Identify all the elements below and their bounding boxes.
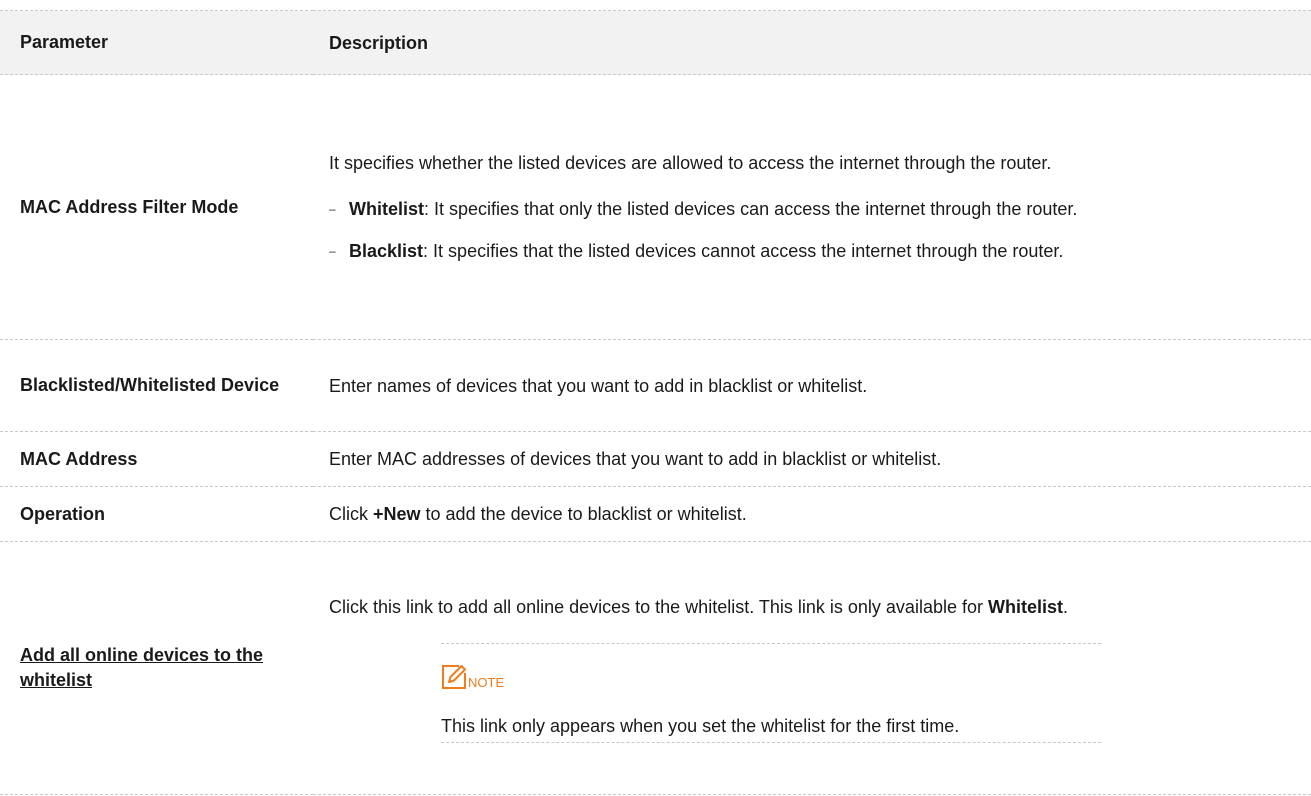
parameter-table: Parameter Description MAC Address Filter… [0, 10, 1311, 795]
operation-prefix: Click [329, 504, 373, 524]
table-header-row: Parameter Description [0, 10, 1311, 75]
desc-add-all: Click this link to add all online device… [313, 541, 1311, 795]
note-label: NOTE [468, 675, 505, 690]
bullet-blacklist-text: : It specifies that the listed devices c… [423, 241, 1064, 261]
note-header: NOTE [441, 654, 1101, 690]
new-button-label: +New [373, 504, 421, 524]
note-pencil-icon [442, 665, 466, 689]
add-all-desc-text: Click this link to add all online device… [329, 597, 988, 617]
param-mac: MAC Address [0, 431, 313, 487]
param-operation: Operation [0, 486, 313, 542]
table-row-add-all: Add all online devices to the whitelist … [0, 541, 1311, 795]
filter-mode-intro: It specifies whether the listed devices … [329, 153, 1052, 173]
add-all-online-devices-link[interactable]: Add all online devices to the whitelist [20, 645, 263, 690]
table-row-device: Blacklisted/Whitelisted Device Enter nam… [0, 339, 1311, 432]
table-row-filter-mode: MAC Address Filter Mode It specifies whe… [0, 74, 1311, 340]
desc-filter-mode: It specifies whether the listed devices … [313, 74, 1311, 340]
bullet-whitelist: – Whitelist: It specifies that only the … [329, 195, 1299, 223]
desc-mac: Enter MAC addresses of devices that you … [313, 431, 1311, 487]
bullet-whitelist-term: Whitelist [349, 199, 424, 219]
dash-bullet-icon: – [329, 202, 336, 216]
note-text: This link only appears when you set the … [441, 716, 960, 736]
add-all-desc-bold: Whitelist [987, 597, 1063, 617]
header-description: Description [313, 10, 1311, 75]
header-parameter: Parameter [0, 10, 313, 75]
bullet-whitelist-text: : It specifies that only the listed devi… [424, 199, 1078, 219]
add-all-description: Click this link to add all online device… [329, 593, 1299, 621]
desc-operation: Click +New to add the device to blacklis… [313, 486, 1311, 542]
bullet-blacklist: – Blacklist: It specifies that the liste… [329, 237, 1299, 265]
operation-suffix: to add the device to blacklist or whitel… [420, 504, 747, 524]
desc-device: Enter names of devices that you want to … [313, 339, 1311, 432]
note-box: NOTE This link only appears when you set… [441, 643, 1101, 743]
bullet-blacklist-term: Blacklist [349, 241, 424, 261]
table-row-mac: MAC Address Enter MAC addresses of devic… [0, 431, 1311, 487]
dash-bullet-icon: – [329, 244, 336, 258]
param-add-all: Add all online devices to the whitelist [0, 541, 313, 795]
param-device: Blacklisted/Whitelisted Device [0, 339, 313, 432]
add-all-desc-end: . [1062, 597, 1068, 617]
table-row-operation: Operation Click +New to add the device t… [0, 486, 1311, 542]
param-filter-mode: MAC Address Filter Mode [0, 74, 313, 340]
